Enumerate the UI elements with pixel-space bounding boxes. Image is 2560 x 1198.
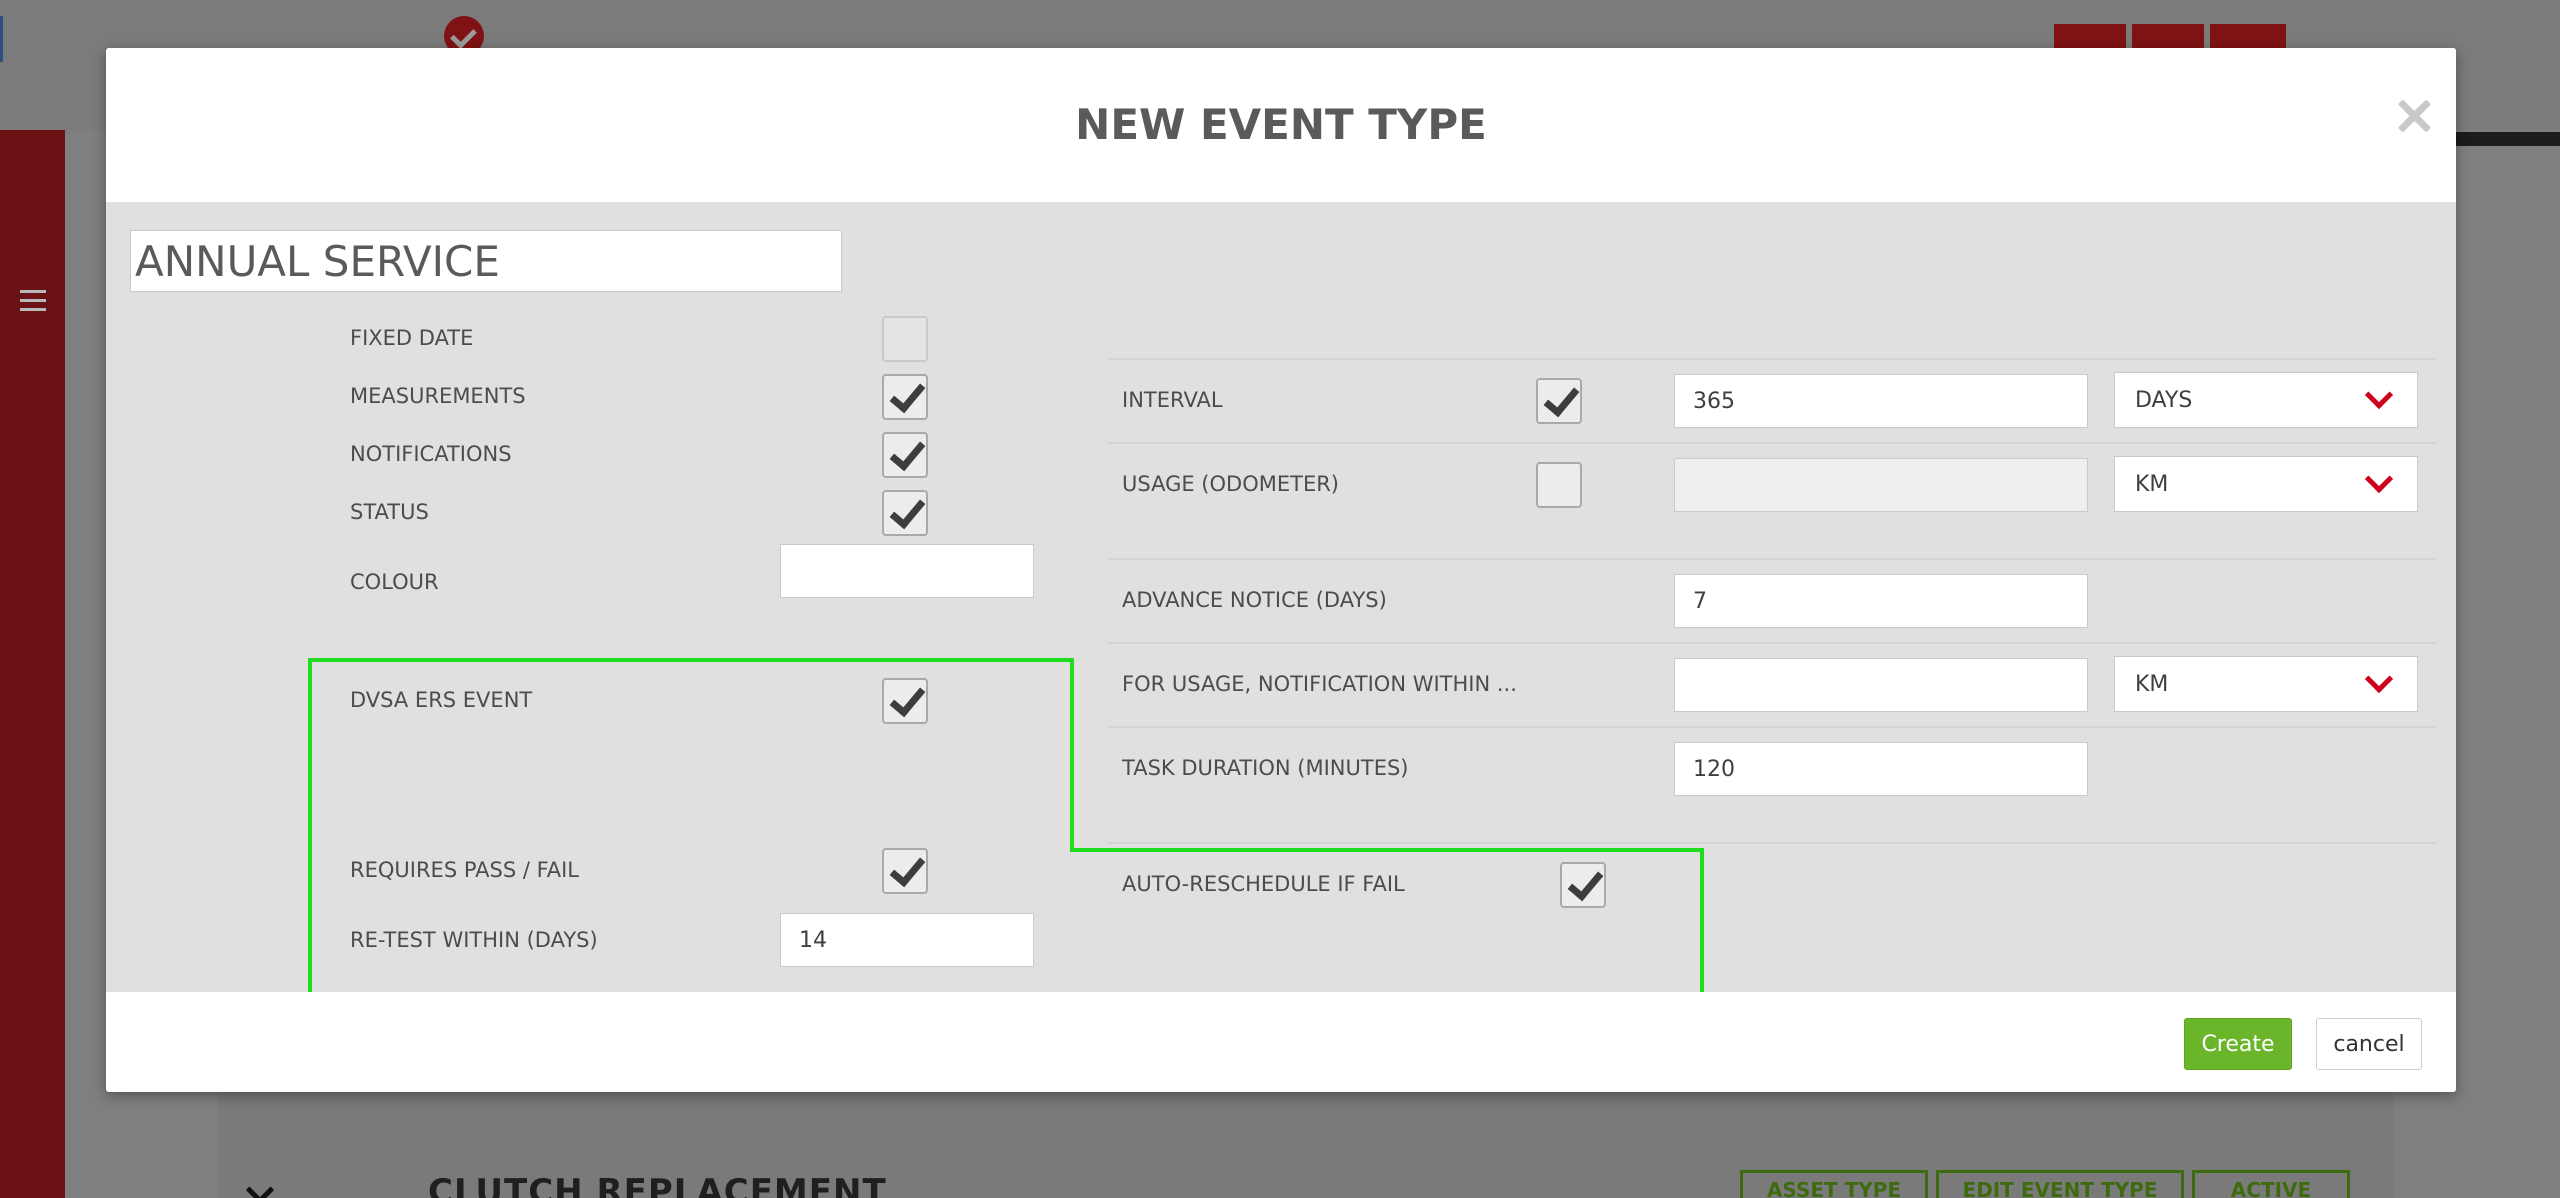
highlight-outline	[308, 658, 1074, 662]
usage-unit-select[interactable]: KM	[2114, 456, 2418, 512]
chevron-down-icon	[2364, 380, 2394, 410]
usage-notification-input[interactable]	[1674, 658, 2088, 712]
row-divider	[1108, 558, 2436, 560]
fixed-date-label: FIXED DATE	[350, 326, 474, 350]
edit-event-type-button: EDIT EVENT TYPE	[1936, 1170, 2184, 1198]
usage-notification-label: FOR USAGE, NOTIFICATION WITHIN ...	[1122, 672, 1517, 696]
task-duration-label: TASK DURATION (MINUTES)	[1122, 756, 1409, 780]
event-name-input[interactable]: ANNUAL SERVICE	[130, 230, 842, 292]
asset-type-button: ASSET TYPE	[1740, 1170, 1928, 1198]
highlight-outline	[1070, 848, 1704, 852]
row-divider	[1108, 442, 2436, 444]
modal-footer: Create cancel	[106, 992, 2456, 1092]
fixed-date-checkbox[interactable]	[882, 316, 928, 362]
menu-icon	[20, 290, 46, 312]
usage-notification-unit-select[interactable]: KM	[2114, 656, 2418, 712]
status-checkbox[interactable]	[882, 490, 928, 536]
notifications-label: NOTIFICATIONS	[350, 442, 512, 466]
page-accent-bar	[2440, 132, 2560, 146]
close-icon[interactable]	[2394, 96, 2434, 136]
usage-notification-unit-value: KM	[2135, 671, 2169, 697]
active-button: ACTIVE	[2192, 1170, 2350, 1198]
dvsa-ers-event-label: DVSA ERS EVENT	[350, 688, 533, 712]
dvsa-ers-event-checkbox[interactable]	[882, 678, 928, 724]
usage-unit-value: KM	[2135, 471, 2169, 497]
modal-body: ANNUAL SERVICE FIXED DATE MEASUREMENTS N…	[106, 202, 2456, 1018]
create-button[interactable]: Create	[2184, 1018, 2292, 1070]
auto-reschedule-checkbox[interactable]	[1560, 862, 1606, 908]
colour-input[interactable]	[780, 544, 1034, 598]
interval-input[interactable]: 365	[1674, 374, 2088, 428]
cancel-button[interactable]: cancel	[2316, 1018, 2422, 1070]
usage-odometer-input[interactable]	[1674, 458, 2088, 512]
interval-checkbox[interactable]	[1536, 378, 1582, 424]
measurements-label: MEASUREMENTS	[350, 384, 526, 408]
retest-within-label: RE-TEST WITHIN (DAYS)	[350, 928, 598, 952]
advance-notice-input[interactable]: 7	[1674, 574, 2088, 628]
status-label: STATUS	[350, 500, 429, 524]
section-heading: CLUTCH REPLACEMENT	[428, 1172, 887, 1198]
chevron-down-icon	[2364, 664, 2394, 694]
usage-odometer-label: USAGE (ODOMETER)	[1122, 472, 1339, 496]
advance-notice-label: ADVANCE NOTICE (DAYS)	[1122, 588, 1387, 612]
modal-title: NEW EVENT TYPE	[1075, 100, 1487, 149]
row-divider	[1108, 642, 2436, 644]
retest-within-input[interactable]: 14	[780, 913, 1034, 967]
interval-unit-select[interactable]: DAYS	[2114, 372, 2418, 428]
requires-pass-fail-checkbox[interactable]	[882, 848, 928, 894]
requires-pass-fail-label: REQUIRES PASS / FAIL	[350, 858, 580, 882]
row-divider	[1108, 842, 2436, 844]
auto-reschedule-label: AUTO-RESCHEDULE IF FAIL	[1122, 872, 1405, 896]
page-edge-accent	[0, 16, 3, 62]
highlight-outline	[308, 658, 312, 1018]
row-divider	[1108, 726, 2436, 728]
measurements-checkbox[interactable]	[882, 374, 928, 420]
usage-odometer-checkbox[interactable]	[1536, 462, 1582, 508]
task-duration-input[interactable]: 120	[1674, 742, 2088, 796]
highlight-outline	[1070, 658, 1074, 852]
sidebar	[0, 130, 65, 1198]
row-divider	[1108, 358, 2436, 360]
interval-unit-value: DAYS	[2135, 387, 2193, 413]
modal-header: NEW EVENT TYPE	[106, 48, 2456, 202]
new-event-type-modal: NEW EVENT TYPE ANNUAL SERVICE FIXED DATE…	[106, 48, 2456, 1092]
colour-label: COLOUR	[350, 570, 439, 594]
chevron-down-icon	[2364, 464, 2394, 494]
notifications-checkbox[interactable]	[882, 432, 928, 478]
interval-label: INTERVAL	[1122, 388, 1223, 412]
